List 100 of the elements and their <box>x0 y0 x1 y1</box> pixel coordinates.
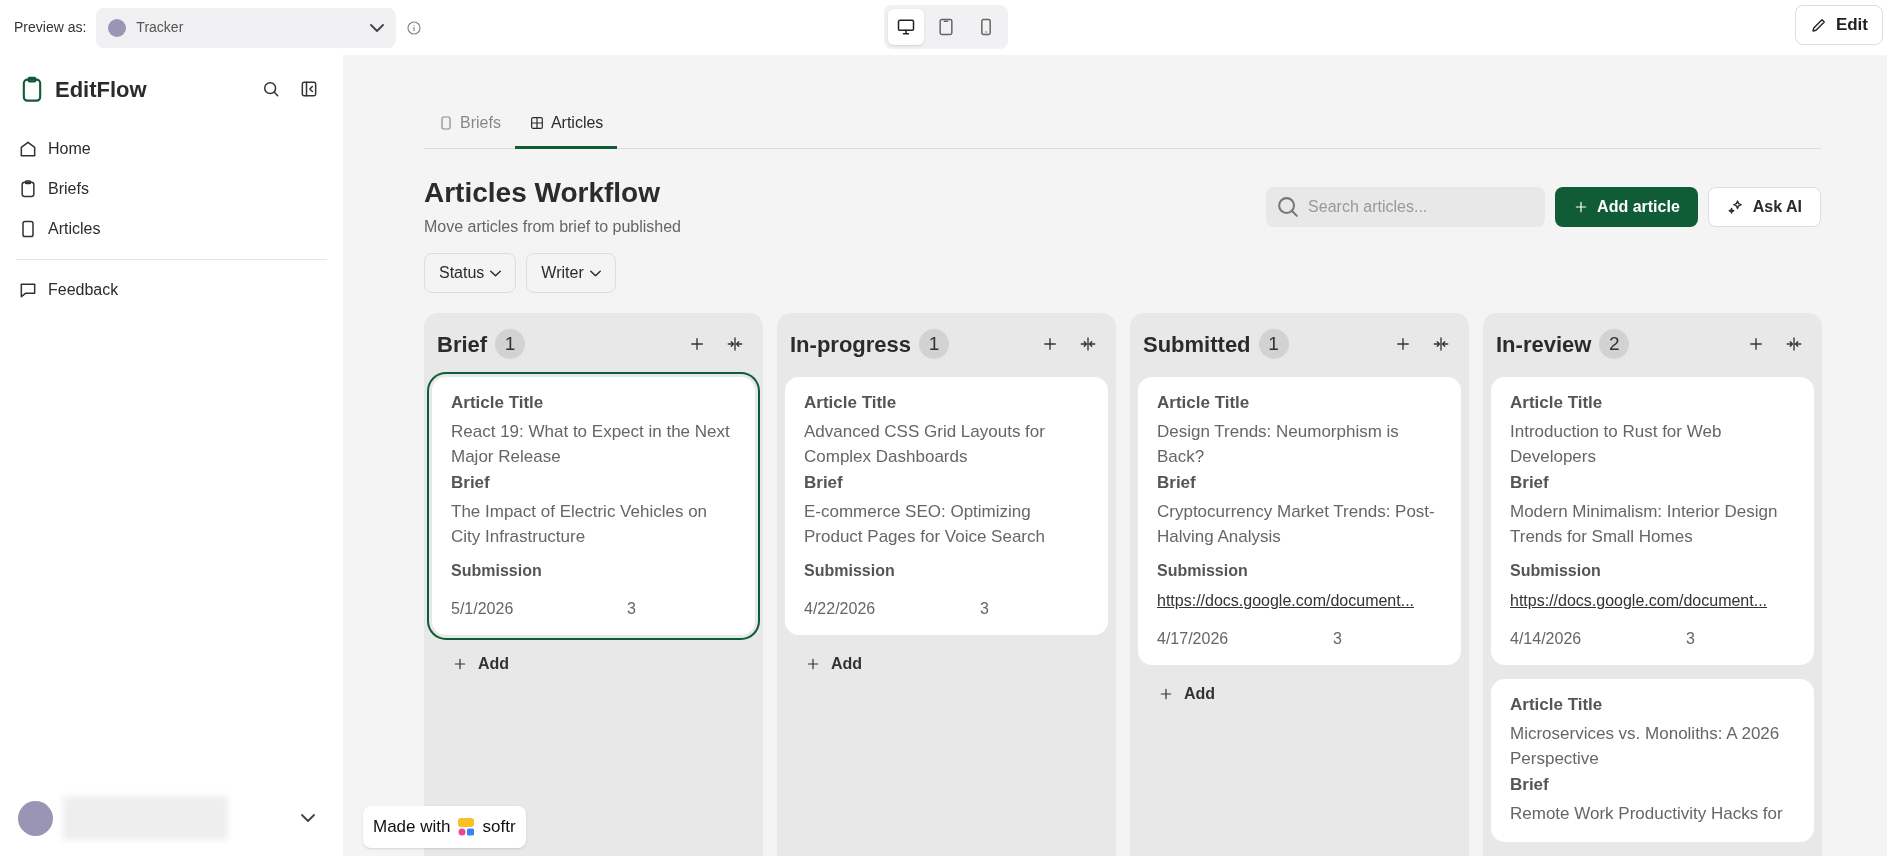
page-icon <box>438 114 454 131</box>
number-text: 3 <box>627 599 636 619</box>
field-value: Cryptocurrency Market Trends: Post-Halving Analysis <box>1157 501 1436 548</box>
column-title: In-review <box>1496 330 1592 359</box>
add-button[interactable]: Add <box>1158 679 1216 709</box>
collapse-arrows-icon <box>726 335 744 353</box>
device-toggle[interactable] <box>888 9 924 45</box>
field-label: Brief <box>1510 774 1550 796</box>
submission-link[interactable]: https://docs.google.com/document... <box>1157 589 1442 613</box>
date-text: 4/22/2026 <box>804 599 877 619</box>
collapse-arrows-icon <box>1079 335 1097 353</box>
field-label: Article Title <box>1157 392 1251 414</box>
page-subtitle: Move articles from brief to published <box>424 217 682 237</box>
plus-icon <box>452 656 468 672</box>
field-label: Brief <box>1157 472 1197 494</box>
search-button[interactable] <box>261 79 281 99</box>
sidebar-item[interactable]: Articles <box>18 209 325 249</box>
add-button[interactable]: Add <box>452 649 510 679</box>
chevron-down-icon <box>370 23 385 32</box>
count-badge: 1 <box>919 329 950 359</box>
filter-dropdown[interactable]: Status <box>424 253 517 293</box>
field-value: E-commerce SEO: Optimizing Product Pages for Voice Search <box>804 501 1046 548</box>
collapse-arrows-icon <box>1432 335 1450 353</box>
field-label: Submission <box>1157 561 1249 581</box>
field-label: Submission <box>804 561 896 581</box>
number-text: 3 <box>1686 629 1695 649</box>
plus-icon <box>805 656 821 672</box>
count-badge: 1 <box>495 329 526 359</box>
date-text: 5/1/2026 <box>451 599 515 619</box>
plus-icon <box>1747 335 1765 353</box>
home-icon <box>18 139 38 159</box>
panel-collapse-icon <box>299 79 319 99</box>
field-value: Remote Work Productivity Hacks for <box>1510 803 1784 825</box>
chevron-down-icon <box>301 814 315 822</box>
article-card[interactable]: Article Title Design Trends: Neumorphism is Back? Brief Cryptocurrency Market Trends: Post-Halving Analysis Submission https://docs.google.com/document... 4/17/2026 3 <box>1138 377 1461 665</box>
plus-icon <box>1041 335 1059 353</box>
made-with-softr-badge[interactable]: Made with softr <box>363 806 526 848</box>
article-card[interactable]: Article Title Advanced CSS Grid Layouts for Complex Dashboards Brief E-commerce SEO: Optimizing Product Pages for Voice Search Submission 4/22/2026 3 <box>785 377 1108 635</box>
search-field[interactable]: Search articles... <box>1266 187 1546 227</box>
info-icon <box>406 19 423 36</box>
submission-link[interactable]: https://docs.google.com/document... <box>1510 589 1795 613</box>
field-value: Design Trends: Neumorphism is Back? <box>1157 421 1400 468</box>
number-text: 3 <box>1333 629 1342 649</box>
column-title: Submitted <box>1143 330 1251 359</box>
field-label: Brief <box>804 472 844 494</box>
plus-icon <box>1394 335 1412 353</box>
field-label: Submission <box>1510 561 1602 581</box>
sidebar-item[interactable]: Home <box>18 129 325 169</box>
collapse-column-button[interactable] <box>1432 335 1450 353</box>
column-title: In-progress <box>790 330 912 359</box>
field-value: Modern Minimalism: Interior Design Trends for Small Homes <box>1510 501 1779 548</box>
column-title: Brief <box>437 330 488 359</box>
field-label: Brief <box>1510 472 1550 494</box>
field-value: Microservices vs. Monoliths: A 2026 Perspective <box>1510 723 1781 770</box>
field-value: Advanced CSS Grid Layouts for Complex Dashboards <box>804 421 1046 468</box>
search-icon <box>1278 197 1299 217</box>
monitor-icon <box>896 17 916 37</box>
collapse-column-button[interactable] <box>1079 335 1097 353</box>
preview-select[interactable]: Tracker <box>96 7 397 48</box>
field-label: Submission <box>451 561 543 581</box>
add-button[interactable]: Add <box>805 649 863 679</box>
add-card-button[interactable] <box>1394 335 1412 353</box>
article-card[interactable]: Article Title Microservices vs. Monoliths: A 2026 Perspective Brief Remote Work Productivity Hacks for <box>1491 679 1814 842</box>
field-value: React 19: What to Expect in the Next Major Release <box>451 421 731 468</box>
plus-icon <box>1158 686 1174 702</box>
field-label: Article Title <box>451 392 545 414</box>
chat-bubble-icon <box>18 280 38 300</box>
plus-icon <box>688 335 706 353</box>
search-icon <box>261 79 281 99</box>
add-card-button[interactable] <box>1041 335 1059 353</box>
tab[interactable]: Articles <box>514 99 618 149</box>
app-name: EditFlow <box>55 75 147 104</box>
filter-dropdown[interactable]: Writer <box>526 253 616 293</box>
page-title: Articles Workflow <box>424 176 661 210</box>
field-label: Article Title <box>804 392 898 414</box>
field-label: Article Title <box>1510 392 1604 414</box>
field-value: Introduction to Rust for Web Developers <box>1510 421 1723 468</box>
add-article-button[interactable]: Add article <box>1555 187 1698 227</box>
collapse-column-button[interactable] <box>726 335 744 353</box>
chevron-down-icon <box>490 269 502 277</box>
add-card-button[interactable] <box>688 335 706 353</box>
collapse-sidebar-button[interactable] <box>299 79 319 99</box>
grid-icon <box>528 114 545 131</box>
number-text: 3 <box>980 599 989 619</box>
date-text: 4/17/2026 <box>1157 629 1230 649</box>
collapse-column-button[interactable] <box>1785 335 1803 353</box>
sidebar-item[interactable]: Feedback <box>18 270 325 310</box>
clipboard-icon <box>18 179 38 199</box>
softr-logo-icon <box>456 816 477 838</box>
edit-button[interactable]: Edit <box>1794 5 1883 45</box>
ask-ai-button[interactable]: Ask AI <box>1707 187 1821 227</box>
article-card[interactable]: Article Title Introduction to Rust for Web Developers Brief Modern Minimalism: Interior Design Trends for Small Homes Submission https://docs.google.com/document... 4/14/2026 3 <box>1491 377 1814 665</box>
date-text: 4/14/2026 <box>1510 629 1583 649</box>
sidebar-item[interactable]: Briefs <box>18 169 325 209</box>
count-badge: 1 <box>1258 329 1289 359</box>
add-card-button[interactable] <box>1747 335 1765 353</box>
pencil-icon <box>1809 16 1828 34</box>
field-label: Article Title <box>1510 694 1604 716</box>
collapse-arrows-icon <box>1785 335 1803 353</box>
chevron-down-icon <box>589 269 601 277</box>
